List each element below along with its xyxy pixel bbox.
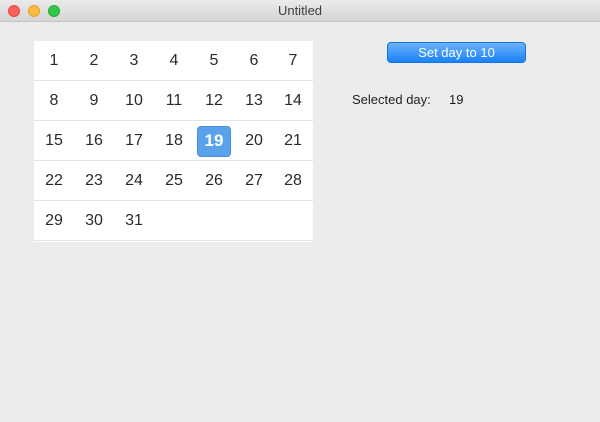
calendar-day[interactable]: 2 (74, 41, 114, 80)
day-number: 29 (45, 212, 63, 229)
day-number: 4 (169, 52, 179, 69)
day-number: 31 (125, 212, 143, 229)
day-number: 7 (288, 52, 298, 69)
calendar-day[interactable]: 17 (114, 121, 154, 160)
window-title: Untitled (277, 3, 323, 18)
calendar-day[interactable]: 26 (194, 161, 234, 200)
selected-day-label: Selected day: (352, 92, 431, 107)
day-number: 22 (45, 172, 63, 189)
calendar-day[interactable]: 13 (234, 81, 274, 120)
day-number: 15 (45, 132, 63, 149)
calendar-day[interactable]: 20 (234, 121, 274, 160)
day-number: 5 (209, 52, 219, 69)
calendar-day[interactable]: 3 (114, 41, 154, 80)
calendar-day[interactable]: 25 (154, 161, 194, 200)
day-number: 28 (284, 172, 302, 189)
calendar-day[interactable]: 16 (74, 121, 114, 160)
calendar-day-selected[interactable]: 19 (194, 121, 234, 160)
calendar-day[interactable]: 5 (194, 41, 234, 80)
calendar-day[interactable]: 4 (154, 41, 194, 80)
calendar-week-row: 22 23 24 25 26 27 28 (34, 161, 313, 201)
day-number: 2 (89, 52, 99, 69)
day-number: 16 (85, 132, 103, 149)
calendar-day[interactable]: 28 (273, 161, 313, 200)
day-number: 27 (245, 172, 263, 189)
calendar-day[interactable]: 31 (114, 201, 154, 240)
calendar-day[interactable]: 22 (34, 161, 74, 200)
calendar-day[interactable]: 10 (114, 81, 154, 120)
calendar-day[interactable]: 21 (273, 121, 313, 160)
calendar-day[interactable]: 24 (114, 161, 154, 200)
title-bar[interactable]: Untitled (0, 0, 600, 22)
calendar-day[interactable]: 12 (194, 81, 234, 120)
calendar-day[interactable]: 7 (273, 41, 313, 80)
day-number: 30 (85, 212, 103, 229)
day-number: 21 (284, 132, 302, 149)
day-number: 19 (204, 131, 224, 150)
calendar-day[interactable]: 23 (74, 161, 114, 200)
day-number: 11 (165, 92, 183, 109)
calendar-day[interactable]: 29 (34, 201, 74, 240)
calendar-week-row: 29 30 31 (34, 201, 313, 241)
day-number: 18 (165, 132, 183, 149)
selected-day-value: 19 (449, 92, 464, 107)
calendar-day[interactable]: 9 (74, 81, 114, 120)
app-window: Untitled 1 2 3 4 5 6 7 8 9 10 11 12 13 14 15 16 17 18 19 20… (0, 0, 600, 422)
day-number: 20 (245, 132, 263, 149)
day-number: 8 (49, 92, 59, 109)
day-number: 17 (125, 132, 143, 149)
day-number: 3 (129, 52, 139, 69)
calendar-grid: 1 2 3 4 5 6 7 8 9 10 11 12 13 14 15 16 17 18 19 20 21 22 23 24 2… (34, 41, 313, 242)
day-number: 25 (165, 172, 183, 189)
calendar-day[interactable]: 27 (234, 161, 274, 200)
calendar-day[interactable]: 6 (234, 41, 274, 80)
day-number: 1 (49, 52, 59, 69)
calendar-week-row: 8 9 10 11 12 13 14 (34, 81, 313, 121)
set-day-button[interactable]: Set day to 10 (387, 42, 526, 63)
day-number: 6 (249, 52, 259, 69)
day-number: 9 (89, 92, 99, 109)
calendar-day[interactable]: 1 (34, 41, 74, 80)
day-number: 10 (125, 92, 143, 109)
day-number: 12 (205, 92, 223, 109)
day-number: 24 (125, 172, 143, 189)
calendar-week-row: 1 2 3 4 5 6 7 (34, 41, 313, 81)
calendar-day[interactable]: 14 (273, 81, 313, 120)
calendar-day[interactable]: 8 (34, 81, 74, 120)
calendar-day[interactable]: 11 (154, 81, 194, 120)
day-number: 14 (284, 92, 302, 109)
calendar-day[interactable]: 30 (74, 201, 114, 240)
day-number: 23 (85, 172, 103, 189)
calendar-day[interactable]: 18 (154, 121, 194, 160)
day-number: 26 (205, 172, 223, 189)
calendar-week-row: 15 16 17 18 19 20 21 (34, 121, 313, 161)
day-number: 13 (245, 92, 263, 109)
calendar-day[interactable]: 15 (34, 121, 74, 160)
